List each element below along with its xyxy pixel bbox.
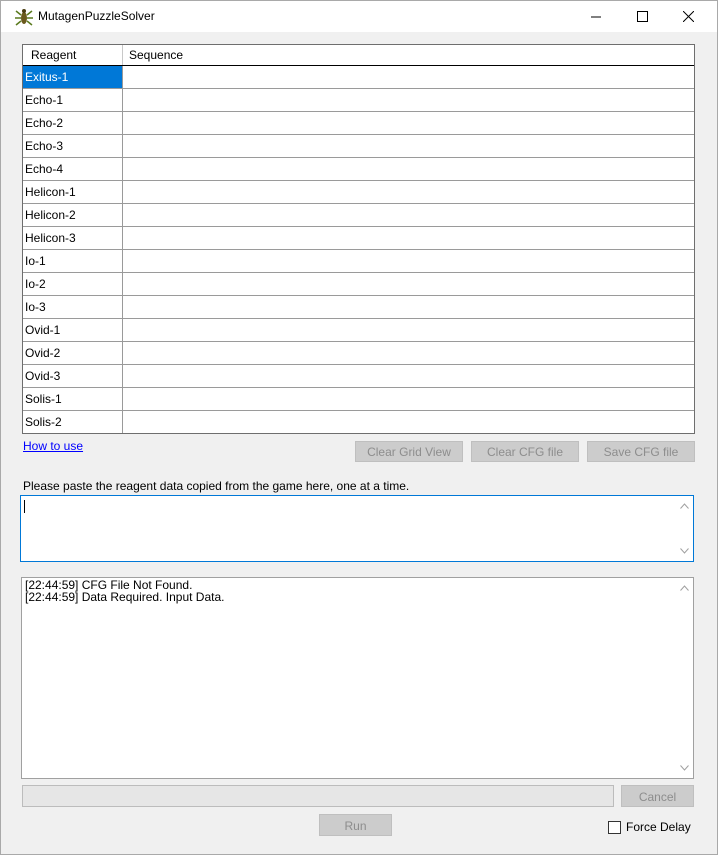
column-header-reagent[interactable]: Reagent: [23, 45, 123, 65]
progress-bar: [22, 785, 614, 807]
reagent-cell[interactable]: Solis-1: [23, 388, 123, 410]
sequence-cell[interactable]: [123, 204, 694, 226]
table-row[interactable]: Ovid-2: [23, 342, 694, 365]
paste-instructions-label: Please paste the reagent data copied fro…: [23, 479, 410, 493]
log-lines: [22:44:59] CFG File Not Found. [22:44:59]…: [25, 579, 224, 603]
reagent-cell[interactable]: Exitus-1: [23, 66, 123, 88]
table-row[interactable]: Echo-4: [23, 158, 694, 181]
text-caret: [24, 500, 25, 513]
sequence-cell[interactable]: [123, 89, 694, 111]
maximize-button[interactable]: [619, 1, 665, 32]
table-row[interactable]: Helicon-3: [23, 227, 694, 250]
sequence-cell[interactable]: [123, 342, 694, 364]
table-row[interactable]: Io-3: [23, 296, 694, 319]
title-bar[interactable]: MutagenPuzzleSolver: [1, 1, 717, 32]
sequence-cell[interactable]: [123, 135, 694, 157]
reagent-grid[interactable]: Reagent Sequence Exitus-1 Echo-1 Echo-2 Ech…: [22, 44, 695, 434]
how-to-use-link[interactable]: How to use: [23, 439, 83, 453]
sequence-cell[interactable]: [123, 227, 694, 249]
table-row[interactable]: Exitus-1: [23, 66, 694, 89]
table-row[interactable]: Solis-1: [23, 388, 694, 411]
reagent-cell[interactable]: Solis-2: [23, 411, 123, 433]
sequence-cell[interactable]: [123, 250, 694, 272]
log-line: [22:44:59] Data Required. Input Data.: [25, 590, 225, 604]
log-scrollbar[interactable]: [676, 578, 693, 778]
force-delay-option[interactable]: Force Delay: [608, 820, 691, 834]
clear-grid-view-button[interactable]: Clear Grid View: [355, 441, 463, 462]
reagent-cell[interactable]: Helicon-3: [23, 227, 123, 249]
run-button[interactable]: Run: [319, 814, 392, 836]
force-delay-checkbox[interactable]: [608, 820, 621, 834]
reagent-cell[interactable]: Helicon-2: [23, 204, 123, 226]
clear-cfg-file-button[interactable]: Clear CFG file: [471, 441, 579, 462]
sequence-cell[interactable]: [123, 388, 694, 410]
close-button[interactable]: [665, 1, 711, 32]
scroll-up-icon: [680, 585, 689, 591]
main-window: MutagenPuzzleSolver Reagent Sequence Exi…: [0, 0, 718, 855]
table-row[interactable]: Ovid-3: [23, 365, 694, 388]
sequence-cell[interactable]: [123, 112, 694, 134]
table-row[interactable]: Echo-2: [23, 112, 694, 135]
grid-body: Exitus-1 Echo-1 Echo-2 Echo-3 Echo-4 Helicon-…: [23, 66, 694, 433]
reagent-data-input[interactable]: [20, 495, 694, 562]
scroll-down-icon: [680, 765, 689, 771]
reagent-cell[interactable]: Echo-2: [23, 112, 123, 134]
table-row[interactable]: Io-1: [23, 250, 694, 273]
sequence-cell[interactable]: [123, 365, 694, 387]
reagent-cell[interactable]: Ovid-2: [23, 342, 123, 364]
minimize-button[interactable]: [573, 1, 619, 32]
minimize-icon: [591, 16, 601, 17]
table-row[interactable]: Helicon-1: [23, 181, 694, 204]
table-row[interactable]: Io-2: [23, 273, 694, 296]
reagent-cell[interactable]: Io-2: [23, 273, 123, 295]
sequence-cell[interactable]: [123, 273, 694, 295]
scroll-down-icon: [680, 548, 689, 554]
scroll-up-icon: [680, 503, 689, 509]
app-bug-icon: [14, 7, 34, 27]
sequence-cell[interactable]: [123, 296, 694, 318]
column-header-sequence[interactable]: Sequence: [123, 45, 694, 65]
reagent-cell[interactable]: Echo-3: [23, 135, 123, 157]
reagent-cell[interactable]: Ovid-1: [23, 319, 123, 341]
table-row[interactable]: Solis-2: [23, 411, 694, 433]
table-row[interactable]: Echo-3: [23, 135, 694, 158]
log-output[interactable]: [22:44:59] CFG File Not Found. [22:44:59]…: [21, 577, 694, 779]
table-row[interactable]: Ovid-1: [23, 319, 694, 342]
reagent-cell[interactable]: Echo-1: [23, 89, 123, 111]
reagent-cell[interactable]: Io-3: [23, 296, 123, 318]
table-row[interactable]: Echo-1: [23, 89, 694, 112]
sequence-cell[interactable]: [123, 158, 694, 180]
reagent-cell[interactable]: Ovid-3: [23, 365, 123, 387]
reagent-cell[interactable]: Echo-4: [23, 158, 123, 180]
table-row[interactable]: Helicon-2: [23, 204, 694, 227]
reagent-cell[interactable]: Helicon-1: [23, 181, 123, 203]
maximize-icon: [636, 11, 648, 22]
paste-scrollbar[interactable]: [676, 496, 693, 561]
sequence-cell[interactable]: [123, 181, 694, 203]
save-cfg-file-button[interactable]: Save CFG file: [587, 441, 695, 462]
sequence-cell[interactable]: [123, 411, 694, 433]
sequence-cell[interactable]: [123, 66, 694, 88]
reagent-cell[interactable]: Io-1: [23, 250, 123, 272]
sequence-cell[interactable]: [123, 319, 694, 341]
cancel-button[interactable]: Cancel: [621, 785, 694, 807]
window-title: MutagenPuzzleSolver: [38, 9, 155, 23]
force-delay-label: Force Delay: [626, 820, 691, 834]
grid-header: Reagent Sequence: [23, 45, 694, 66]
close-icon: [682, 11, 694, 22]
